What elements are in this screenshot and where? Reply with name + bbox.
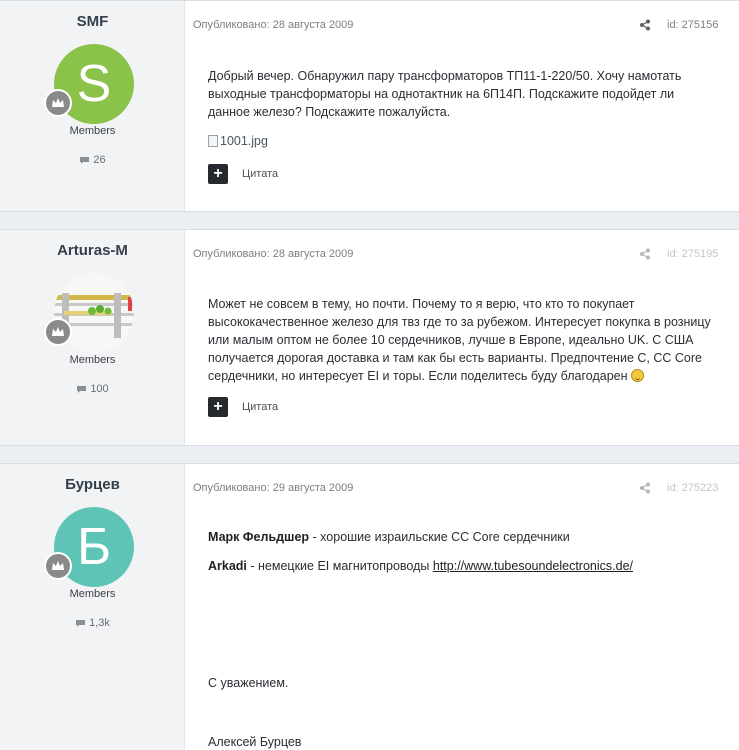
member-group: Members (69, 354, 116, 366)
mention-name[interactable]: Марк Фельдшер (208, 530, 309, 544)
mention-name[interactable]: Arkadi (208, 559, 247, 573)
external-link[interactable]: http://www.tubesoundelectronics.de/ (433, 559, 633, 573)
post: Бурцев Б Members 1,3k Опубликовано: 29 а… (0, 463, 739, 750)
author-name[interactable]: SMF (0, 13, 185, 30)
share-icon[interactable] (639, 248, 651, 260)
rank-badge-icon (44, 318, 72, 346)
broken-image-icon (208, 135, 218, 147)
post-count: 26 (0, 154, 185, 166)
share-icon[interactable] (639, 19, 651, 31)
rank-badge-icon (44, 552, 72, 580)
post-content: Добрый вечер. Обнаружил пару трансформат… (208, 67, 718, 132)
comment-bubble-icon (76, 619, 86, 627)
post-count: 100 (0, 383, 185, 395)
share-icon[interactable] (639, 482, 651, 494)
signature-text: Алексей Бурцев (208, 735, 302, 749)
quote-button[interactable]: Цитата (242, 168, 278, 180)
avatar-letter: S (76, 55, 112, 113)
regards-text: С уважением. (208, 676, 289, 690)
post-line-text: - немецкие EI магнитопроводы (246, 559, 433, 573)
smiley-icon (631, 369, 644, 382)
post-date[interactable]: Опубликовано: 28 августа 2009 (193, 248, 353, 260)
post-date[interactable]: Опубликовано: 28 августа 2009 (193, 19, 353, 31)
post-count-value: 1,3k (89, 617, 110, 629)
post-content: Может не совсем в тему, но почти. Почему… (208, 295, 718, 396)
author-panel: Arturas-M Members 100 (0, 230, 185, 445)
post-text: Добрый вечер. Обнаружил пару трансформат… (208, 69, 682, 119)
post-date[interactable]: Опубликовано: 29 августа 2009 (193, 482, 353, 494)
post-id[interactable]: id: 275223 (667, 482, 718, 494)
post: SMF S Members 26 Опубликовано: 28 август… (0, 0, 739, 212)
post-line: Марк Фельдшер - хорошие израильские CC C… (208, 528, 718, 546)
post-id[interactable]: id: 275195 (667, 248, 718, 260)
post-line: Arkadi - немецкие EI магнитопроводы http… (208, 557, 718, 575)
post-count-value: 26 (93, 154, 106, 166)
author-name[interactable]: Arturas-M (0, 242, 185, 259)
quote-plus-button[interactable]: + (208, 164, 228, 184)
image-attachment[interactable]: 1001.jpg (208, 134, 268, 148)
comment-bubble-icon (80, 156, 90, 164)
post-id[interactable]: id: 275156 (667, 19, 718, 31)
author-panel: Бурцев Б Members 1,3k (0, 464, 185, 750)
post-count: 1,3k (0, 617, 185, 629)
avatar-letter: Б (76, 518, 112, 576)
comment-bubble-icon (77, 385, 87, 393)
post: Arturas-M Members 100 Опубликовано: 28 а… (0, 229, 739, 446)
post-text: Может не совсем в тему, но почти. Почему… (208, 295, 718, 385)
author-panel: SMF S Members 26 (0, 1, 185, 211)
image-filename: 1001.jpg (220, 134, 268, 148)
member-group: Members (69, 125, 116, 137)
author-name[interactable]: Бурцев (0, 476, 185, 493)
post-content: Марк Фельдшер - хорошие израильские CC C… (208, 528, 718, 586)
rank-badge-icon (44, 89, 72, 117)
member-group: Members (69, 588, 116, 600)
post-line-text: - хорошие израильские CC Core сердечники (309, 530, 570, 544)
quote-button[interactable]: Цитата (242, 401, 278, 413)
quote-plus-button[interactable]: + (208, 397, 228, 417)
post-count-value: 100 (90, 383, 109, 395)
